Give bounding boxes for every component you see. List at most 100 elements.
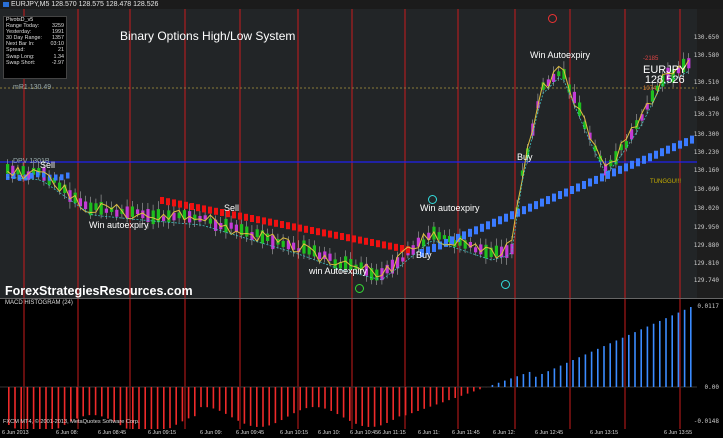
macd-neg-bar: [330, 387, 332, 411]
time-tick: 6 Jun 10:15: [280, 430, 309, 436]
macd-neg-bar: [94, 387, 97, 416]
signal-circle-icon: [355, 284, 364, 293]
buy-signal-block: [504, 213, 508, 222]
macd-neg-bar: [454, 387, 456, 398]
macd-pos-bar: [659, 320, 661, 387]
buy-signal-block: [510, 211, 514, 220]
macd-neg-bar: [101, 387, 103, 417]
macd-pos-bar: [665, 318, 667, 387]
buy-signal-block: [468, 228, 472, 237]
macd-pos-bar: [634, 332, 636, 387]
macd-neg-bar: [243, 387, 246, 424]
bear-candle: [510, 243, 514, 255]
time-tick: 6 Jun 11:: [418, 430, 440, 436]
price-chart[interactable]: [0, 9, 723, 299]
buy-signal-block: [498, 216, 502, 225]
macd-neg-bar: [380, 387, 382, 426]
sell-signal-block: [310, 227, 314, 234]
sell-signal-block: [166, 198, 170, 206]
macd-neg-bar: [411, 387, 413, 414]
macd-pos-bar: [535, 376, 537, 387]
chart-title: Binary Options High/Low System: [120, 29, 296, 43]
macd-neg-bar: [299, 387, 301, 411]
bull-candle: [557, 71, 561, 77]
macd-neg-bar: [305, 387, 308, 409]
signal-circle-icon: [548, 14, 557, 23]
buy-signal-block: [432, 243, 436, 252]
sell-signal-block: [376, 240, 380, 248]
sell-signal-block: [364, 237, 368, 245]
bear-candle: [84, 201, 88, 210]
time-axis: 6 Jun 2013 6 Jun 08: 6 Jun 08:45 6 Jun 0…: [0, 429, 723, 438]
bull-candle: [255, 229, 259, 238]
panel-top-value: -2185: [643, 56, 659, 62]
bull-candle: [281, 240, 285, 248]
macd-neg-bar: [417, 387, 419, 411]
macd-pos-bar: [690, 307, 692, 387]
macd-pos-bar: [671, 315, 673, 387]
price-tick: 129.810: [693, 260, 719, 267]
bull-candle: [167, 210, 171, 223]
macd-neg-bar: [349, 387, 351, 421]
macd-neg-bar: [200, 387, 202, 408]
sell-signal-block: [160, 197, 164, 204]
sell-signal-block: [358, 236, 362, 244]
buy-signal-block: [60, 174, 64, 181]
time-tick: 6 Jun 09:: [200, 430, 223, 436]
macd-axis-top: 0.0117: [697, 303, 719, 310]
buy-signal-block: [558, 191, 562, 200]
sell-label-2: Sell: [224, 203, 240, 213]
time-tick: 6 Jun 13:55: [664, 430, 693, 436]
macd-neg-bar: [262, 387, 264, 427]
bear-candle: [229, 222, 233, 229]
macd-neg-bar: [392, 387, 394, 420]
macd-neg-bar: [231, 387, 233, 418]
bull-candle: [442, 235, 446, 240]
symbol-quote: EURJPY,M5 128.570 128.575 128.478 128.52…: [11, 1, 159, 8]
sell-signal-block: [190, 203, 194, 210]
macd-neg-bar: [442, 387, 444, 403]
macd-pos-bar: [603, 346, 605, 387]
current-price-display: EURJPY 128.526: [643, 65, 686, 86]
macd-histogram-panel[interactable]: [0, 299, 723, 429]
macd-neg-bar: [404, 387, 407, 416]
macd-neg-bar: [194, 387, 196, 417]
chart-window[interactable]: EURJPY,M5 128.570 128.575 128.478 128.52…: [0, 0, 723, 438]
sell-signal-block: [262, 217, 266, 225]
buy-signal-block: [612, 168, 616, 177]
macd-pos-bar: [590, 351, 593, 387]
macd-neg-bar: [268, 387, 270, 426]
bull-candle: [130, 206, 134, 217]
price-tick: 130.300: [693, 131, 719, 138]
macd-neg-bar: [113, 387, 115, 422]
macd-neg-bar: [355, 387, 357, 424]
macd-neg-bar: [336, 387, 339, 415]
macd-pos-bar: [566, 362, 568, 387]
bull-candle: [494, 245, 498, 257]
plot-area: [0, 9, 697, 299]
buy-signal-block: [54, 174, 58, 181]
sell-signal-block: [304, 225, 308, 233]
time-tick: 6 Jun 08:: [56, 430, 79, 436]
buy-signal-block: [654, 150, 658, 159]
macd-pos-bar: [683, 309, 686, 387]
macd-neg-bar: [237, 387, 239, 421]
chart-icon: [3, 1, 9, 7]
macd-plot-area: [0, 299, 697, 429]
price-tick: 130.230: [693, 149, 719, 156]
macd-pos-bar: [572, 360, 574, 387]
bull-candle: [624, 141, 628, 148]
sell-signal-block: [238, 212, 242, 220]
buy-signal-block: [450, 236, 454, 245]
macd-neg-bar: [181, 387, 184, 422]
macd-neg-bar: [82, 387, 84, 417]
sell-signal-block: [334, 231, 338, 239]
macd-neg-bar: [169, 387, 171, 429]
time-tick: 6 Jun 10:45: [350, 430, 379, 436]
buy-label-1: Buy: [416, 250, 432, 260]
buy-signal-block: [480, 223, 484, 232]
macd-pos-bar: [510, 378, 512, 387]
sell-signal-block: [316, 228, 320, 236]
mr1-label: mR1 130.49: [13, 84, 52, 91]
bull-candle: [245, 226, 249, 237]
